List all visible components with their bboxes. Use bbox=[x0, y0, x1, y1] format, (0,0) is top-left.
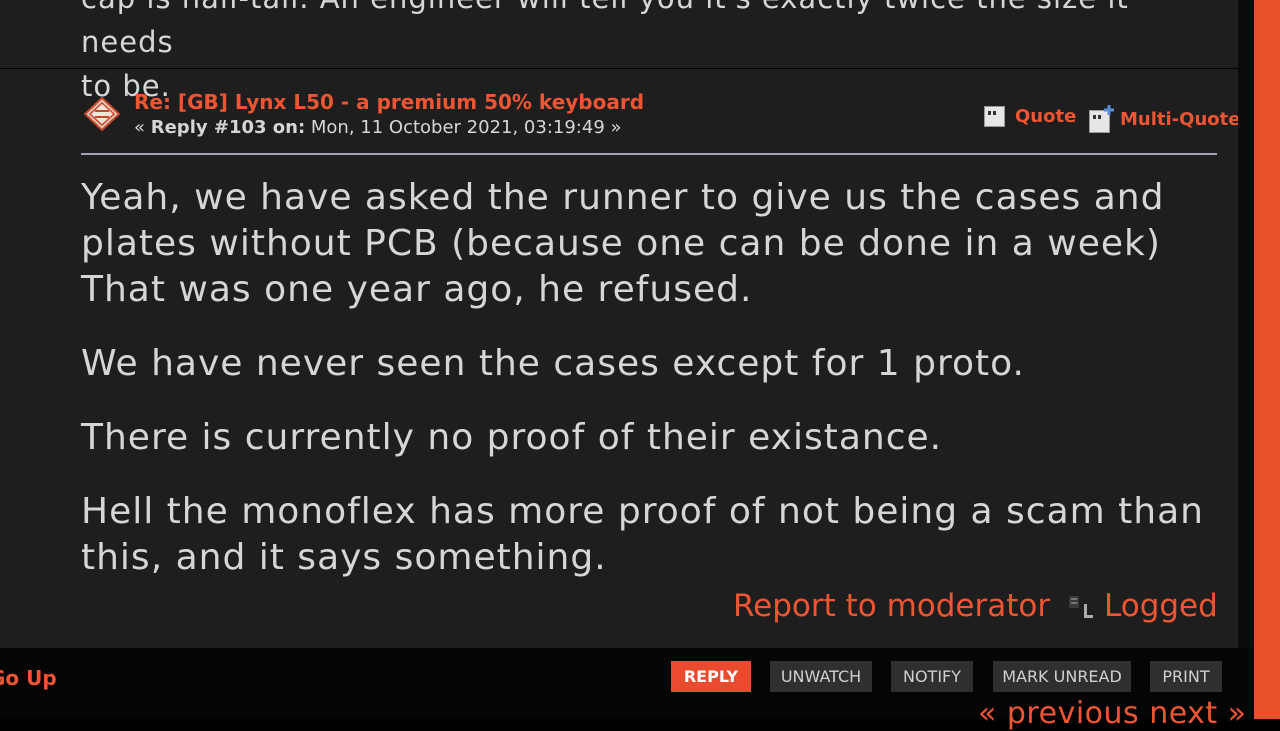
quote-icon bbox=[984, 105, 1005, 127]
post-divider bbox=[0, 68, 1238, 69]
post-panel: cap is half-tall. An engineer will tell … bbox=[0, 0, 1240, 648]
post-paragraph: There is currently no proof of their exi… bbox=[81, 417, 943, 458]
unwatch-button[interactable]: UNWATCH bbox=[770, 661, 872, 692]
post-date: Mon, 11 October 2021, 03:19:49 » bbox=[305, 117, 622, 138]
go-up-link[interactable]: Go Up bbox=[0, 666, 57, 690]
post-paragraph: Hell the monoflex has more proof of not … bbox=[81, 491, 1204, 578]
post-paragraph: Yeah, we have asked the runner to give u… bbox=[81, 175, 1231, 313]
post-paragraph: We have never seen the cases except for … bbox=[81, 343, 1025, 384]
logged-label: Logged bbox=[1104, 588, 1218, 624]
previous-next-links[interactable]: « previous next » bbox=[978, 696, 1247, 731]
print-button[interactable]: PRINT bbox=[1150, 661, 1222, 692]
post-line: Yeah, we have asked the runner to give u… bbox=[81, 177, 1165, 264]
quote-button[interactable]: Quote bbox=[984, 105, 1076, 127]
previous-post-line: cap is half-tall. An engineer will tell … bbox=[81, 0, 1128, 59]
multi-quote-label: Multi-Quote bbox=[1120, 108, 1241, 130]
right-accent-bar bbox=[1254, 0, 1280, 719]
reply-number-label: Reply #103 on: bbox=[150, 117, 306, 138]
quote-label: Quote bbox=[1015, 105, 1077, 127]
reply-button[interactable]: REPLY bbox=[671, 661, 751, 692]
meta-open: « bbox=[134, 117, 151, 138]
post-header-rule bbox=[81, 153, 1217, 155]
right-gutter bbox=[1238, 0, 1254, 648]
post-line: That was one year ago, he refused. bbox=[81, 269, 753, 310]
multi-quote-icon bbox=[1089, 105, 1115, 133]
report-to-moderator-link[interactable]: Report to moderator bbox=[733, 588, 1050, 624]
ip-logged-icon bbox=[1068, 594, 1096, 620]
post-meta: « Reply #103 on: Mon, 11 October 2021, 0… bbox=[134, 117, 622, 138]
post-xx-icon bbox=[83, 96, 121, 132]
post-body: Yeah, we have asked the runner to give u… bbox=[81, 175, 1231, 581]
mark-unread-button[interactable]: MARK UNREAD bbox=[993, 661, 1131, 692]
multi-quote-button[interactable]: Multi-Quote bbox=[1089, 105, 1240, 133]
notify-button[interactable]: NOTIFY bbox=[891, 661, 973, 692]
post-title-link[interactable]: Re: [GB] Lynx L50 - a premium 50% keyboa… bbox=[134, 90, 644, 114]
